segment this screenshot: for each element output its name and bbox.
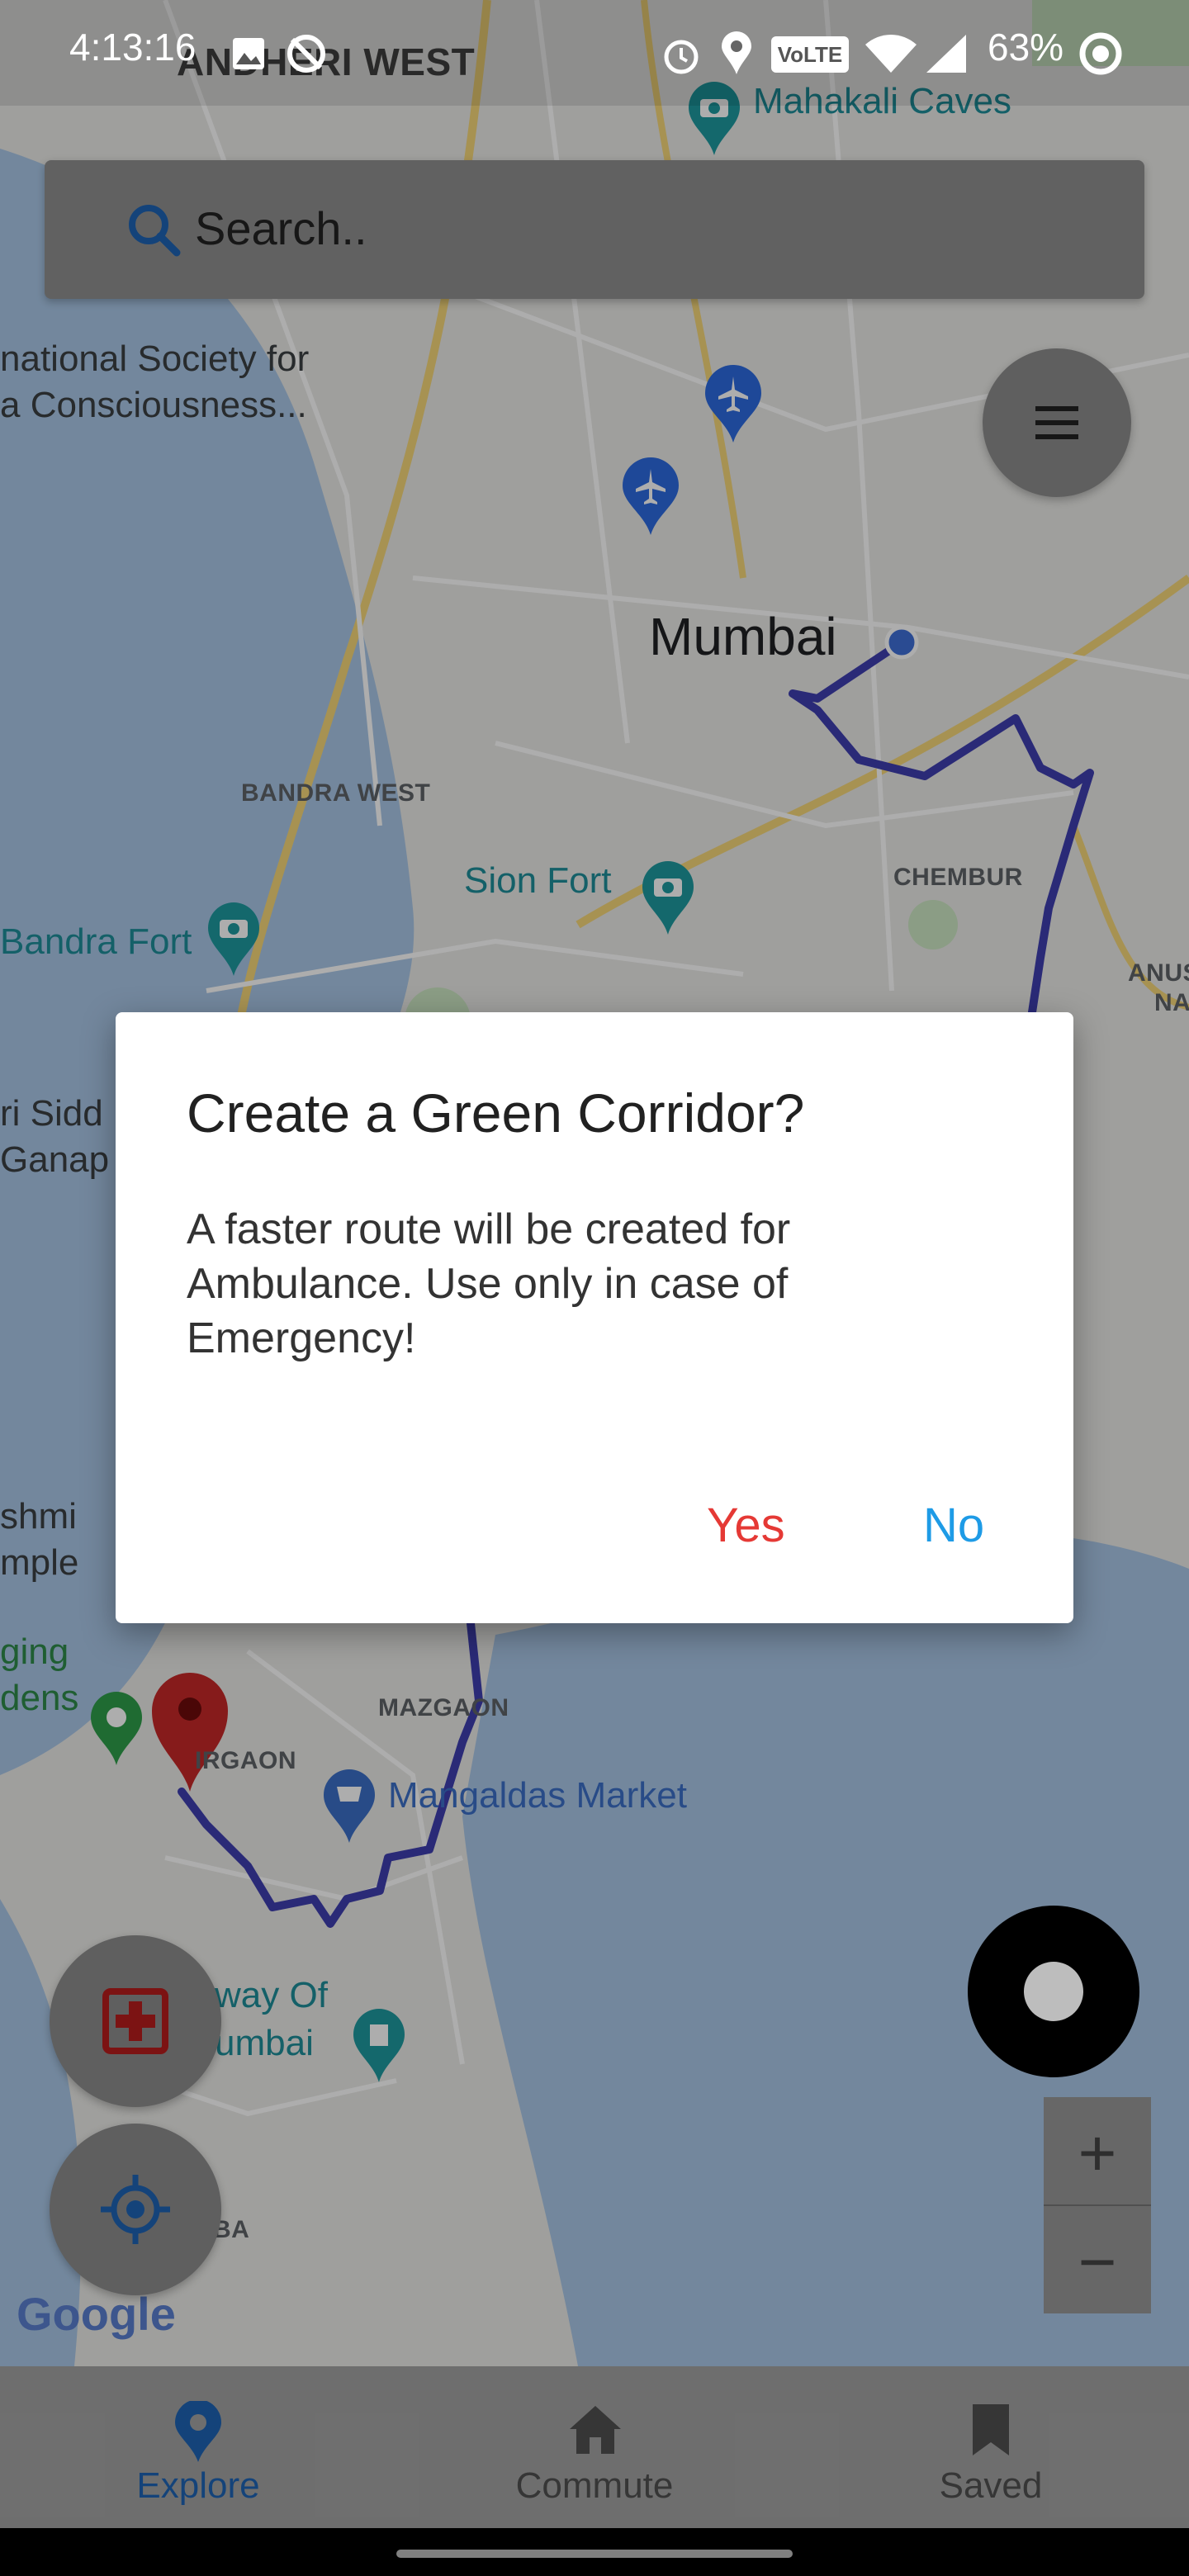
yes-button[interactable]: Yes: [707, 1498, 785, 1553]
image-icon: [233, 38, 264, 69]
location-icon: [722, 31, 751, 74]
battery-icon: [1079, 32, 1122, 75]
dialog-title: Create a Green Corridor?: [187, 1082, 805, 1144]
signal-icon: [926, 35, 966, 73]
wifi-icon: [865, 35, 917, 73]
record-button[interactable]: [968, 1906, 1139, 2077]
status-bar: 4:13:16 VoLTE 63%: [0, 0, 1189, 106]
sync-off-icon: [287, 35, 325, 73]
no-button[interactable]: No: [923, 1498, 984, 1553]
dialog-message: A faster route will be created for Ambul…: [187, 1205, 791, 1362]
status-time: 4:13:16: [69, 26, 197, 69]
alarm-icon: [664, 40, 699, 74]
green-corridor-dialog: Create a Green Corridor? A faster route …: [116, 1012, 1073, 1623]
volte-icon: VoLTE: [771, 36, 849, 73]
battery-percent: 63%: [988, 26, 1064, 69]
record-dot-icon: [1024, 1962, 1083, 2021]
